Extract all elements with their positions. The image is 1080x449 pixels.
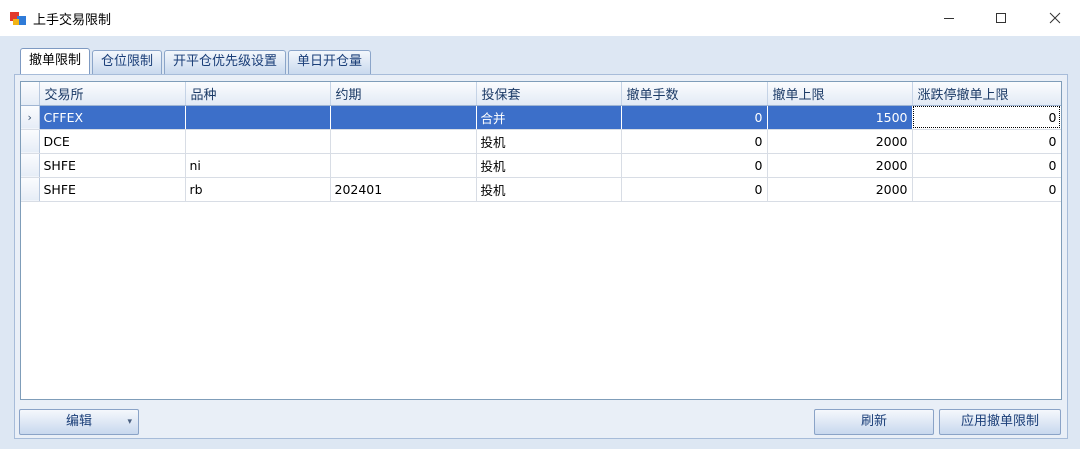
column-header-contract-period[interactable]: 约期 [330,82,477,106]
cell-limit-price-cancel-limit[interactable]: 0 [912,177,1061,202]
cell-product[interactable] [185,105,331,130]
cell-product[interactable]: rb [185,177,331,202]
chevron-down-icon: ▾ [127,417,132,427]
tab-daily-open-volume[interactable]: 单日开仓量 [288,50,372,74]
cell-cancel-lots[interactable]: 0 [621,105,768,130]
close-icon [1049,12,1061,24]
column-header-cancel-lots[interactable]: 撤单手数 [621,82,768,106]
cell-limit-price-cancel-limit[interactable]: 0 [912,153,1061,178]
column-header-limit-price-cancel-limit[interactable]: 涨跌停撤单上限 [912,82,1061,106]
minimize-icon [944,18,954,19]
cell-contract-period[interactable] [330,105,477,130]
apply-cancel-limit-button[interactable]: 应用撤单限制 [939,409,1061,435]
minimize-button[interactable] [926,0,972,36]
cell-contract-period[interactable]: 202401 [330,177,477,202]
app-icon [10,12,26,25]
client-area: 撤单限制 仓位限制 开平仓优先级设置 单日开仓量 交易所 品种 约期 投保套 撤… [0,36,1080,449]
row-header-corner [21,82,40,106]
maximize-icon [996,13,1006,23]
cell-contract-period[interactable] [330,153,477,178]
cell-exchange[interactable]: SHFE [39,177,186,202]
cell-cancel-lots[interactable]: 0 [621,153,768,178]
cell-exchange[interactable]: CFFEX [39,105,186,130]
tab-open-close-priority[interactable]: 开平仓优先级设置 [164,50,287,74]
cell-hedge-flag[interactable]: 投机 [476,153,622,178]
edit-button-label: 编辑 [65,414,92,429]
cell-cancel-lots[interactable]: 0 [621,129,768,154]
cell-cancel-lots[interactable]: 0 [621,177,768,202]
table-row[interactable]: DCE 投机 0 2000 0 [21,129,1061,154]
cell-product[interactable] [185,129,331,154]
cell-contract-period[interactable] [330,129,477,154]
data-grid[interactable]: 交易所 品种 约期 投保套 撤单手数 撤单上限 涨跌停撤单上限 › CFFEX [20,81,1062,400]
cell-limit-price-cancel-limit[interactable]: 0 [912,129,1061,154]
cell-limit-price-cancel-limit[interactable]: 0 [912,105,1061,130]
close-button[interactable] [1032,0,1078,36]
cell-product[interactable]: ni [185,153,331,178]
table-row[interactable]: SHFE ni 投机 0 2000 0 [21,153,1061,178]
row-header [21,129,40,154]
cell-cancel-limit[interactable]: 2000 [767,153,913,178]
refresh-button[interactable]: 刷新 [814,409,934,435]
cell-exchange[interactable]: DCE [39,129,186,154]
column-header-hedge-flag[interactable]: 投保套 [476,82,622,106]
tab-cancel-limit[interactable]: 撤单限制 [20,48,91,74]
cell-hedge-flag[interactable]: 投机 [476,177,622,202]
row-header [21,153,40,178]
table-row[interactable]: › CFFEX 合并 0 1500 0 [21,105,1061,130]
column-header-exchange[interactable]: 交易所 [39,82,186,106]
cell-cancel-limit[interactable]: 1500 [767,105,913,130]
cell-hedge-flag[interactable]: 投机 [476,129,622,154]
grid-header-row: 交易所 品种 约期 投保套 撤单手数 撤单上限 涨跌停撤单上限 [21,82,1061,106]
cell-cancel-limit[interactable]: 2000 [767,177,913,202]
tab-panel: 交易所 品种 约期 投保套 撤单手数 撤单上限 涨跌停撤单上限 › CFFEX [14,74,1068,439]
maximize-button[interactable] [978,0,1024,36]
table-row[interactable]: SHFE rb 202401 投机 0 2000 0 [21,177,1061,202]
edit-dropdown-button[interactable]: 编辑 ▾ [19,409,139,435]
row-indicator-icon: › [21,105,40,130]
column-header-cancel-limit[interactable]: 撤单上限 [767,82,913,106]
title-bar: 上手交易限制 [0,0,1080,36]
window-title: 上手交易限制 [33,13,112,28]
cell-exchange[interactable]: SHFE [39,153,186,178]
cell-hedge-flag[interactable]: 合并 [476,105,622,130]
tab-strip: 撤单限制 仓位限制 开平仓优先级设置 单日开仓量 [20,48,373,74]
column-header-product[interactable]: 品种 [185,82,331,106]
tab-position-limit[interactable]: 仓位限制 [92,50,163,74]
row-header [21,177,40,202]
cell-cancel-limit[interactable]: 2000 [767,129,913,154]
